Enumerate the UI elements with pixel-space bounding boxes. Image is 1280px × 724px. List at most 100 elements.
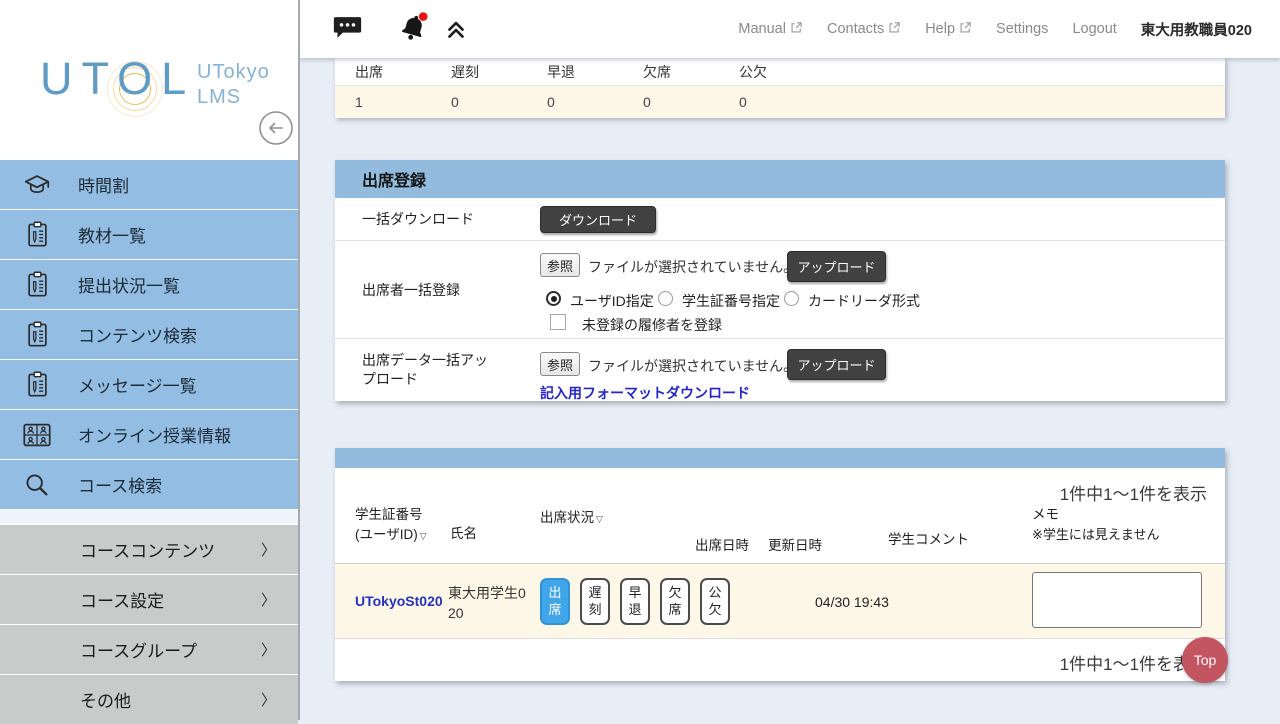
sidebar-item-submissions[interactable]: 提出状況一覧	[0, 260, 298, 309]
speech-bubble-icon	[332, 29, 363, 44]
radio-user-id-label[interactable]: ユーザID指定	[570, 291, 654, 311]
sidebar-item-content-search[interactable]: コンテンツ検索	[0, 310, 298, 359]
sidebar-item-messages[interactable]: メッセージ一覧	[0, 360, 298, 409]
student-id-link[interactable]: UTokyoSt020	[355, 593, 443, 609]
column-header-student-id[interactable]: 学生証番号 (ユーザID)▽	[355, 505, 427, 546]
upload-button[interactable]: アップロード	[787, 349, 886, 380]
topbar: Manual Contacts Help Settings Logout 東大用…	[300, 0, 1280, 58]
people-grid-icon	[20, 421, 54, 449]
sidebar-menu: 時間割 教材一覧 提出状況一覧	[0, 160, 298, 724]
contacts-link-label: Contacts	[827, 21, 884, 37]
column-header-attend-time: 出席日時	[695, 536, 749, 556]
sidebar-item-others[interactable]: その他 〉	[0, 675, 298, 724]
sidebar-collapse-button[interactable]	[258, 110, 294, 146]
status-button-absent[interactable]: 欠席	[660, 578, 690, 625]
download-button[interactable]: ダウンロード	[540, 206, 656, 233]
attendance-register-title: 出席登録	[335, 160, 1225, 198]
summary-values-row: 1 0 0 0 0	[335, 86, 1225, 118]
logo-area: UTOL UTokyo LMS	[0, 0, 298, 160]
clipboard-icon	[20, 370, 54, 399]
sidebar-item-label: 提出状況一覧	[78, 272, 180, 297]
radio-student-card-number-label[interactable]: 学生証番号指定	[682, 291, 780, 311]
radio-card-reader-label[interactable]: カードリーダ形式	[808, 291, 920, 311]
scroll-to-top-button[interactable]: Top	[1182, 637, 1228, 683]
chevron-right-icon: 〉	[261, 689, 276, 710]
column-header-status[interactable]: 出席状況▽	[540, 508, 603, 528]
result-count-top: 1件中1〜1件を表示	[1060, 480, 1207, 505]
memo-textarea[interactable]	[1032, 572, 1202, 628]
sort-icon: ▽	[596, 514, 603, 524]
sidebar-subitem-label: その他	[80, 687, 131, 712]
status-button-late[interactable]: 遅刻	[580, 578, 610, 625]
table-row: UTokyoSt020 東大用学生020 出席 遅刻 早退 欠席 公欠 04/3…	[335, 564, 1225, 639]
summary-header-early-leave: 早退	[527, 62, 623, 82]
browse-file-button[interactable]: 参照	[540, 253, 580, 277]
sidebar-subitem-label: コース設定	[80, 587, 164, 612]
browse-file-button[interactable]: 参照	[540, 352, 580, 376]
bulk-download-label: 一括ダウンロード	[335, 198, 540, 240]
clipboard-icon	[20, 270, 54, 299]
manual-link[interactable]: Manual	[738, 21, 803, 38]
register-unregistered-checkbox[interactable]	[550, 314, 566, 330]
manual-link-label: Manual	[738, 21, 786, 37]
bulk-register-row: 出席者一括登録 参照 ファイルが選択されていません。 アップロード ユーザID指…	[335, 241, 1225, 339]
chat-button[interactable]	[332, 14, 363, 44]
column-header-update-time: 更新日時	[768, 536, 822, 556]
summary-value-present: 1	[335, 94, 431, 110]
external-link-icon	[959, 21, 972, 38]
student-name: 東大用学生020	[448, 583, 533, 624]
attendance-register-panel: 出席登録 一括ダウンロード ダウンロード 出席者一括登録 参照 ファイルが選択さ…	[335, 160, 1225, 401]
status-button-early-leave[interactable]: 早退	[620, 578, 650, 625]
arrow-left-circle-icon	[258, 134, 294, 149]
summary-header-late: 遅刻	[431, 62, 527, 82]
sidebar: UTOL UTokyo LMS 時間割	[0, 0, 300, 720]
external-link-icon	[888, 21, 901, 38]
external-link-icon	[790, 21, 803, 38]
settings-link[interactable]: Settings	[996, 21, 1048, 37]
format-download-link[interactable]: 記入用フォーマットダウンロード	[540, 383, 750, 403]
help-link[interactable]: Help	[925, 21, 972, 38]
sidebar-item-label: オンライン授業情報	[78, 422, 231, 447]
register-unregistered-label[interactable]: 未登録の履修者を登録	[582, 315, 722, 335]
chevron-right-icon: 〉	[261, 639, 276, 660]
sidebar-item-label: 教材一覧	[78, 222, 146, 247]
bulk-download-row: 一括ダウンロード ダウンロード	[335, 198, 1225, 241]
logo-subtitle-line2: LMS	[197, 85, 270, 110]
sidebar-item-label: コンテンツ検索	[78, 322, 197, 347]
utol-logo: UTOL	[40, 53, 195, 105]
sidebar-divider-strip	[0, 510, 298, 524]
sidebar-item-course-search[interactable]: コース検索	[0, 460, 298, 509]
radio-card-reader[interactable]	[784, 291, 799, 306]
notification-dot	[419, 12, 428, 21]
sidebar-item-label: コース検索	[78, 472, 162, 497]
radio-user-id[interactable]	[546, 291, 561, 306]
sidebar-item-course-settings[interactable]: コース設定 〉	[0, 575, 298, 624]
sort-icon: ▽	[420, 531, 427, 541]
summary-value-early-leave: 0	[527, 94, 623, 110]
sidebar-item-materials[interactable]: 教材一覧	[0, 210, 298, 259]
status-button-excused[interactable]: 公欠	[700, 578, 730, 625]
logout-link[interactable]: Logout	[1072, 21, 1116, 37]
clipboard-icon	[20, 320, 54, 349]
help-link-label: Help	[925, 21, 955, 37]
contacts-link[interactable]: Contacts	[827, 21, 901, 38]
upload-button[interactable]: アップロード	[787, 251, 886, 282]
logo-subtitle-line1: UTokyo	[197, 60, 270, 85]
collapse-header-button[interactable]	[443, 16, 469, 45]
summary-header-absent: 欠席	[623, 62, 719, 82]
sidebar-item-timetable[interactable]: 時間割	[0, 160, 298, 209]
table-header-strip	[335, 448, 1225, 468]
settings-link-label: Settings	[996, 21, 1048, 37]
notifications-button[interactable]	[395, 10, 431, 49]
status-button-present[interactable]: 出席	[540, 578, 570, 625]
sidebar-item-course-contents[interactable]: コースコンテンツ 〉	[0, 525, 298, 574]
summary-header-present: 出席	[335, 62, 431, 82]
file-status-text: ファイルが選択されていません。	[588, 257, 797, 277]
radio-student-card-number[interactable]	[658, 291, 673, 306]
summary-header-row: 出席 遅刻 早退 欠席 公欠	[335, 58, 1225, 86]
chevron-right-icon: 〉	[261, 539, 276, 560]
sidebar-item-course-group[interactable]: コースグループ 〉	[0, 625, 298, 674]
summary-value-excused: 0	[719, 94, 815, 110]
bulk-register-label: 出席者一括登録	[335, 241, 540, 338]
sidebar-item-online-class-info[interactable]: オンライン授業情報	[0, 410, 298, 459]
